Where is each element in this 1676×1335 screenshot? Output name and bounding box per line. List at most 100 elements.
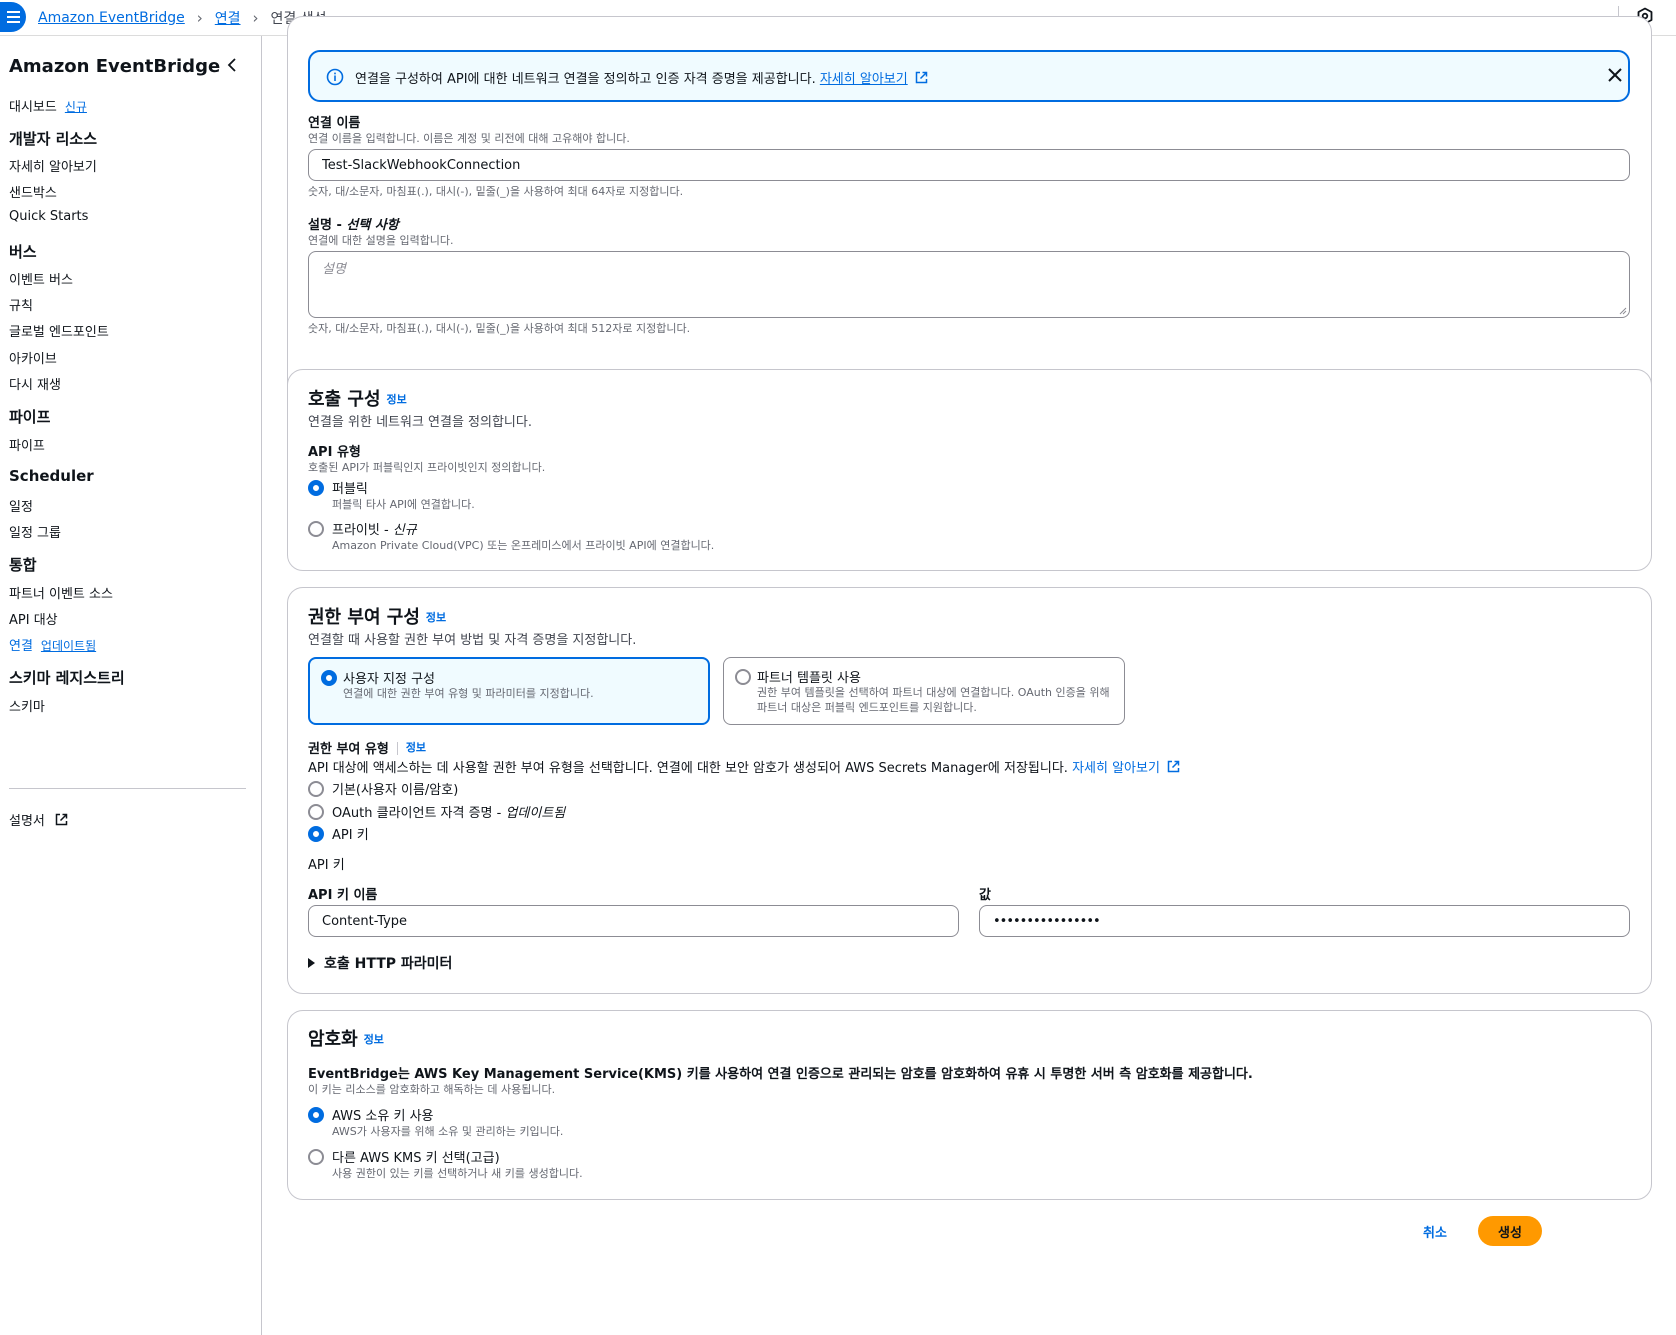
- invocation-title-text: 호출 구성: [308, 389, 381, 410]
- radio-custom-config[interactable]: [321, 670, 337, 686]
- auth-type-label: 권한 부여 유형 정보: [308, 738, 426, 757]
- radio-api-key[interactable]: [308, 826, 324, 842]
- description-hint: 숫자, 대/소문자, 마침표(.), 대시(-), 밑줄(_)을 사용하여 최대…: [308, 322, 691, 335]
- auth-type-learn-more-link[interactable]: 자세히 알아보기: [1072, 761, 1160, 776]
- http-params-expander[interactable]: 호출 HTTP 파라미터: [308, 953, 452, 973]
- authorization-desc: 연결할 때 사용할 권한 부여 방법 및 자격 증명을 지정합니다.: [308, 633, 637, 648]
- info-circle-icon: [326, 68, 344, 86]
- sidebar-item-pipes[interactable]: 파이프: [9, 435, 45, 454]
- sidebar-item-replays[interactable]: 다시 재생: [9, 374, 61, 393]
- radio-basic-auth-label: 기본(사용자 이름/암호): [332, 783, 459, 798]
- sidebar-divider: [9, 788, 246, 789]
- http-params-label: 호출 HTTP 파라미터: [324, 956, 453, 972]
- caret-right-icon: [308, 958, 315, 968]
- sidebar-item-quick-starts[interactable]: Quick Starts: [9, 209, 88, 224]
- create-button[interactable]: 생성: [1478, 1216, 1542, 1246]
- api-key-value-label: 값: [979, 888, 991, 903]
- sidebar-item-api-destinations[interactable]: API 대상: [9, 609, 58, 628]
- sidebar-heading-integration: 통합: [9, 556, 37, 574]
- invocation-title: 호출 구성 정보: [308, 385, 407, 411]
- sidebar-item-dashboard[interactable]: 대시보드 신규: [9, 96, 87, 115]
- breadcrumb: Amazon EventBridge › 연결 › 연결 생성: [38, 8, 327, 28]
- breadcrumb-connections[interactable]: 연결: [215, 8, 241, 28]
- radio-api-key-label: API 키: [332, 828, 369, 843]
- sidebar: Amazon EventBridge 대시보드 신규 개발자 리소스 자세히 알아…: [0, 36, 262, 1335]
- banner-link-label: 자세히 알아보기: [819, 72, 908, 87]
- sidebar-item-schedules[interactable]: 일정: [9, 496, 33, 515]
- sidebar-item-archives[interactable]: 아카이브: [9, 348, 57, 367]
- radio-private-desc: Amazon Private Cloud(VPC) 또는 온프레미스에서 프라이…: [332, 539, 715, 552]
- sidebar-title: Amazon EventBridge: [9, 56, 221, 77]
- sidebar-heading-schema-registry: 스키마 레지스트리: [9, 669, 125, 687]
- sidebar-item-schemas[interactable]: 스키마: [9, 696, 45, 715]
- close-icon[interactable]: [1606, 66, 1624, 84]
- description-placeholder: 설명: [322, 262, 346, 277]
- tile-custom-config[interactable]: 사용자 지정 구성 연결에 대한 권한 부여 유형 및 파라미터를 지정합니다.: [308, 657, 710, 725]
- connection-name-hint: 숫자, 대/소문자, 마침표(.), 대시(-), 밑줄(_)을 사용하여 최대…: [308, 185, 684, 198]
- tile-partner-template-desc: 권한 부여 템플릿을 선택하여 파트너 대상에 연결합니다. OAuth 인증을…: [757, 686, 1110, 714]
- sidebar-item-rules[interactable]: 규칙: [9, 295, 33, 314]
- banner-learn-more-link[interactable]: 자세히 알아보기: [820, 72, 908, 87]
- radio-partner-template[interactable]: [735, 669, 751, 685]
- sidebar-item-sandbox[interactable]: 샌드박스: [9, 182, 57, 201]
- sidebar-item-global-endpoints[interactable]: 글로벌 엔드포인트: [9, 321, 109, 340]
- radio-basic-auth[interactable]: [308, 781, 324, 797]
- sidebar-item-docs[interactable]: 설명서: [9, 810, 68, 829]
- auth-type-desc-text: API 대상에 액세스하는 데 사용할 권한 부여 유형을 선택합니다. 연결에…: [308, 761, 1068, 776]
- radio-oauth-label: OAuth 클라이언트 자격 증명 - 업데이트됨: [332, 802, 565, 821]
- sidebar-item-partner-sources[interactable]: 파트너 이벤트 소스: [9, 583, 113, 602]
- updated-tag: 업데이트됨: [505, 806, 566, 821]
- invocation-info-link[interactable]: 정보: [387, 393, 407, 406]
- sidebar-heading-scheduler: Scheduler: [9, 467, 94, 485]
- api-key-heading: API 키: [308, 858, 345, 873]
- separator: [396, 742, 398, 755]
- radio-other-kms-key-desc: 사용 권한이 있는 키를 선택하거나 새 키를 생성합니다.: [332, 1167, 583, 1180]
- sidebar-item-label: 대시보드: [9, 100, 57, 115]
- radio-aws-owned-key[interactable]: [308, 1107, 324, 1123]
- info-banner: 연결을 구성하여 API에 대한 네트워크 연결을 정의하고 인증 자격 증명을…: [308, 50, 1630, 102]
- encryption-desc-bold: EventBridge는 AWS Key Management Service(…: [308, 1067, 1253, 1082]
- cancel-button[interactable]: 취소: [1423, 1222, 1447, 1241]
- description-label-text: 설명 -: [308, 218, 347, 233]
- banner-text: 연결을 구성하여 API에 대한 네트워크 연결을 정의하고 인증 자격 증명을…: [355, 68, 928, 87]
- radio-private-label: 프라이빗 - 신규: [332, 519, 417, 538]
- sidebar-item-learn-more[interactable]: 자세히 알아보기: [9, 156, 97, 175]
- banner-message: 연결을 구성하여 API에 대한 네트워크 연결을 정의하고 인증 자격 증명을…: [355, 72, 816, 87]
- invocation-desc: 연결을 위한 네트워크 연결을 정의합니다.: [308, 415, 532, 430]
- api-type-desc: 호출된 API가 퍼블릭인지 프라이빗인지 정의합니다.: [308, 461, 546, 474]
- menu-icon[interactable]: [0, 2, 26, 32]
- main-content: 연결을 구성하여 API에 대한 네트워크 연결을 정의하고 인증 자격 증명을…: [263, 16, 1676, 1335]
- description-desc: 연결에 대한 설명을 입력합니다.: [308, 234, 454, 247]
- radio-public-desc: 퍼블릭 타사 API에 연결합니다.: [332, 498, 475, 511]
- api-key-value-input[interactable]: [979, 905, 1630, 937]
- api-key-name-label: API 키 이름: [308, 888, 378, 903]
- encryption-info-link[interactable]: 정보: [364, 1033, 384, 1046]
- sidebar-heading-dev-resources: 개발자 리소스: [9, 130, 98, 148]
- description-textarea[interactable]: 설명: [308, 251, 1630, 318]
- external-link-icon[interactable]: [1167, 760, 1180, 773]
- tile-partner-template[interactable]: 파트너 템플릿 사용 권한 부여 템플릿을 선택하여 파트너 대상에 연결합니다…: [723, 657, 1125, 725]
- radio-private[interactable]: [308, 521, 324, 537]
- radio-oauth[interactable]: [308, 804, 324, 820]
- auth-type-info-link[interactable]: 정보: [406, 741, 426, 754]
- api-key-name-input[interactable]: [308, 905, 959, 937]
- radio-oauth-label-text: OAuth 클라이언트 자격 증명 -: [332, 806, 506, 821]
- radio-aws-owned-key-desc: AWS가 사용자를 위해 소유 및 관리하는 키입니다.: [332, 1125, 564, 1138]
- external-link-icon[interactable]: [915, 71, 928, 84]
- connection-name-input[interactable]: [308, 149, 1630, 181]
- radio-other-kms-key[interactable]: [308, 1149, 324, 1165]
- encryption-title-text: 암호화: [308, 1029, 358, 1050]
- authorization-info-link[interactable]: 정보: [426, 611, 446, 624]
- radio-public[interactable]: [308, 480, 324, 496]
- tile-partner-template-label: 파트너 템플릿 사용: [757, 671, 861, 686]
- sidebar-item-label: 연결: [9, 639, 33, 654]
- sidebar-item-schedule-groups[interactable]: 일정 그룹: [9, 522, 61, 541]
- radio-private-label-text: 프라이빗 -: [332, 523, 393, 538]
- radio-public-label: 퍼블릭: [332, 482, 368, 497]
- sidebar-item-connections[interactable]: 연결 업데이트됨: [9, 635, 96, 654]
- resize-grip-icon[interactable]: [1619, 307, 1627, 315]
- encryption-desc: 이 키는 리소스를 암호화하고 해독하는 데 사용됩니다.: [308, 1083, 556, 1096]
- sidebar-item-event-buses[interactable]: 이벤트 버스: [9, 269, 73, 288]
- breadcrumb-eventbridge[interactable]: Amazon EventBridge: [38, 10, 185, 26]
- chevron-left-icon[interactable]: [226, 58, 238, 72]
